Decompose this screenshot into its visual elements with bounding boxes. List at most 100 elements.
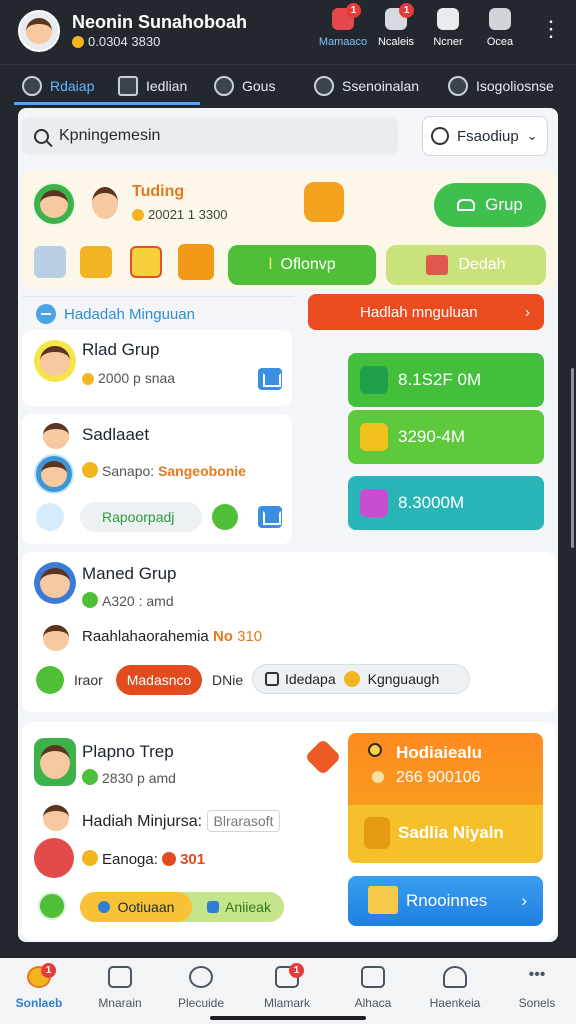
- more-menu-icon[interactable]: ⋮: [540, 14, 562, 44]
- nav-item-haenkeia[interactable]: Haenkeia: [420, 966, 490, 1010]
- member-avatar: [38, 418, 74, 454]
- money-icon: [360, 366, 388, 394]
- tab-gous[interactable]: Gous: [214, 73, 275, 99]
- grup-button[interactable]: Grup: [434, 183, 546, 227]
- banner-label: Hadlah mnguluan: [360, 303, 478, 321]
- photo-icon: [360, 489, 388, 517]
- nav-item-sonels[interactable]: ••• Sonels: [502, 966, 572, 1010]
- mail-icon[interactable]: [258, 506, 282, 528]
- mascot-icon: 1: [27, 963, 56, 988]
- tab-rdaiap[interactable]: Rdaiap: [22, 73, 94, 99]
- blue-label: Rnooinnes: [406, 891, 488, 910]
- dedah-button[interactable]: Dedah: [386, 245, 546, 285]
- send-icon[interactable]: [36, 503, 64, 531]
- row-meta-text: 2830 p amd: [102, 770, 176, 786]
- search-input[interactable]: Kpningemesin: [22, 117, 398, 155]
- row-line-text: Raahlahaorahemia: [82, 628, 209, 645]
- rapoorpadj-pill[interactable]: Rapoorpadj: [80, 502, 202, 532]
- member-avatar: [38, 620, 74, 656]
- promo-card[interactable]: Hodiaiealu 266 900106 Sadlia Niyaln: [348, 733, 543, 863]
- card-icon: [361, 966, 385, 988]
- pin-icon: [368, 743, 382, 757]
- nav-item-sonlaeb[interactable]: 1 Sonlaeb: [4, 963, 74, 1010]
- pill-label: Rapoorpadj: [102, 509, 175, 525]
- globe-tab-icon: [314, 76, 334, 96]
- crown-icon[interactable]: [130, 246, 162, 278]
- home-icon: [108, 966, 132, 988]
- nav-label: Mnarain: [98, 996, 142, 1010]
- back-arrow-icon[interactable]: [36, 666, 64, 694]
- nav-badge: 1: [289, 963, 304, 978]
- madasnco-pill[interactable]: Madasnco: [116, 665, 202, 695]
- rnooinnes-button[interactable]: Rnooinnes ›: [348, 876, 543, 926]
- mail-icon[interactable]: [258, 368, 282, 390]
- header-ship-label: Ocea: [486, 36, 514, 48]
- chat-icon: [265, 672, 279, 686]
- stat-card-2[interactable]: 3290-4M: [348, 410, 544, 464]
- row-meta-text: A320 : amd: [102, 593, 174, 609]
- tab-ssenoinalan[interactable]: Ssenoinalan: [314, 73, 419, 99]
- stat-card-3[interactable]: 8.3000M: [348, 476, 544, 530]
- aniieak-pill[interactable]: Aniieak: [196, 892, 282, 922]
- header-bell-button[interactable]: 1 Mamaaco: [318, 3, 368, 48]
- scrollbar[interactable]: [571, 368, 574, 548]
- coin-icon: [82, 373, 94, 385]
- emoji-icon[interactable]: [212, 504, 238, 530]
- pill-label: Aniieak: [225, 899, 271, 915]
- chevron-right-icon: ›: [521, 891, 527, 910]
- tab-label: Iedlian: [146, 78, 188, 94]
- idedapa-pill[interactable]: Idedapa Kgnguaugh: [252, 664, 470, 694]
- member-avatar: [34, 454, 74, 494]
- row-meta-highlight: Sangeobonie: [158, 463, 246, 479]
- edit-icon: 1: [275, 963, 304, 988]
- car-icon: [457, 199, 476, 211]
- envelope-icon[interactable]: [34, 246, 66, 278]
- header-ship-button[interactable]: Ocea: [475, 8, 525, 48]
- nav-item-mnarain[interactable]: Mnarain: [85, 966, 155, 1010]
- tab-iedlian[interactable]: Iedlian: [118, 73, 187, 99]
- row-line-tag: No: [212, 628, 233, 645]
- ootiuaan-pill[interactable]: Ootiuaan: [80, 892, 192, 922]
- smile-icon: [82, 462, 98, 478]
- section-label-text: Hadadah Minguuan: [64, 305, 195, 323]
- tab-bar: Rdaiap Iedlian Gous Ssenoinalan Isogolio…: [0, 64, 576, 106]
- nav-badge: 1: [41, 963, 56, 978]
- stat-value: 3290-4M: [398, 427, 466, 446]
- hadiah-banner-button[interactable]: Hadlah mnguluan ›: [308, 294, 544, 330]
- row-line-value: 301: [180, 851, 206, 868]
- tab-label: Rdaiap: [50, 78, 95, 94]
- header-home-button[interactable]: Ncner: [423, 8, 473, 48]
- people-tab-icon: [448, 76, 468, 96]
- treasure-icon: [304, 182, 344, 222]
- nav-item-mlamark[interactable]: 1 Mlamark: [252, 963, 322, 1010]
- dedah-label: Dedah: [458, 256, 506, 273]
- row-line-value: 310: [237, 628, 263, 645]
- play-icon[interactable]: [38, 892, 66, 920]
- box-icon: [207, 901, 220, 913]
- row-line-tag: Blrarasoft: [206, 810, 281, 832]
- nav-label: Sonlaeb: [15, 996, 63, 1010]
- nav-item-plecuide[interactable]: Plecuide: [166, 966, 236, 1010]
- minus-icon[interactable]: [36, 304, 56, 324]
- stat-card-1[interactable]: 8.1S2F 0M: [348, 353, 544, 407]
- gift-icon: [426, 255, 449, 275]
- tab-isogoliosnse[interactable]: Isogoliosnse: [448, 73, 554, 99]
- header-message-button[interactable]: 1 Ncaleis: [371, 3, 421, 48]
- chest-icon[interactable]: [178, 244, 214, 280]
- profile-avatar[interactable]: [18, 10, 60, 52]
- smile-icon: [343, 671, 360, 687]
- pill-label: Ootiuaan: [117, 899, 175, 915]
- nav-item-alhaca[interactable]: Alhaca: [338, 966, 408, 1010]
- blocks-icon[interactable]: [80, 246, 112, 278]
- tab-label: Isogoliosnse: [476, 78, 554, 94]
- filter-icon: [431, 127, 449, 145]
- bell-icon: 1: [332, 3, 361, 30]
- section-label: Hadadah Minguuan: [36, 304, 195, 324]
- oflonvp-button[interactable]: ǀ Oflonvp: [228, 245, 376, 285]
- stat-value: 8.1S2F 0M: [398, 370, 482, 389]
- chat-tab-icon: [214, 76, 234, 96]
- filter-dropdown[interactable]: Fsaodiup ⌄: [422, 116, 548, 156]
- chevron-right-icon: ›: [525, 303, 530, 321]
- chevron-down-icon: ⌄: [526, 128, 538, 143]
- app-header: Neonin Sunahoboah 0.0304 3830 1 Mamaaco …: [0, 0, 576, 64]
